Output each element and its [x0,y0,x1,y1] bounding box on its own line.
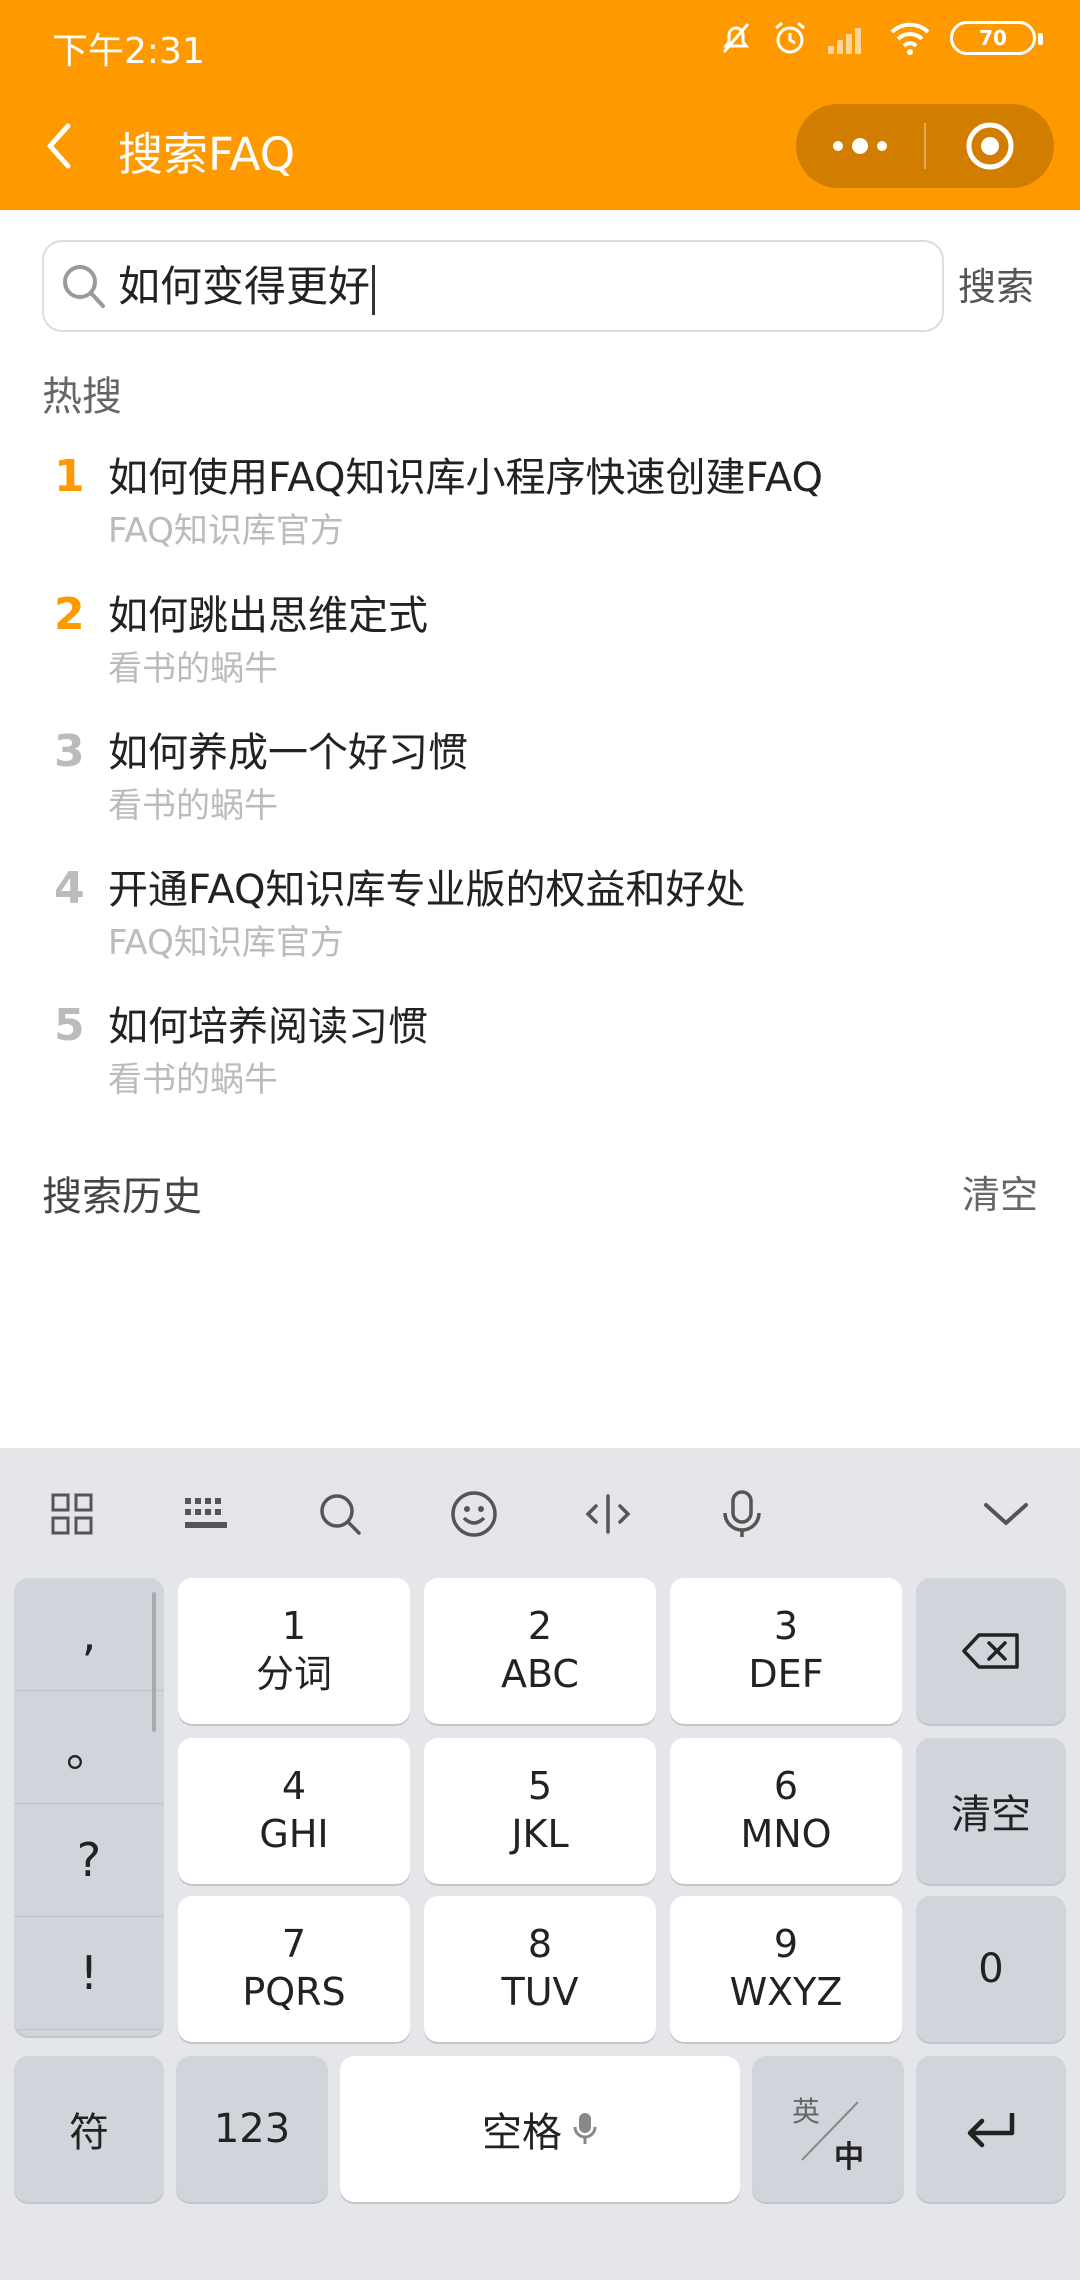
target-close-icon [966,122,1014,170]
search-icon [63,265,105,308]
keypad-key-6[interactable]: 6 MNO [670,1738,902,1884]
wifi-icon [890,22,930,55]
keypad-key-4[interactable]: 4 GHI [178,1738,410,1884]
number-mode-key[interactable]: 123 [176,2056,328,2202]
key-number: 6 [773,1764,799,1808]
keyboard-search-icon[interactable] [310,1484,370,1544]
microphone-icon[interactable] [712,1484,772,1544]
hot-item-author: FAQ知识库官方 [108,511,344,551]
text-cursor [372,264,376,315]
signal-icon [828,28,861,54]
hot-item-title: 如何养成一个好习惯 [108,730,468,776]
page-title: 搜索FAQ [118,128,296,181]
hot-item-author: FAQ知识库官方 [108,923,344,963]
zero-key[interactable]: 0 [916,1896,1066,2042]
key-letters: 分词 [255,1652,332,1696]
rank-number: 5 [54,1000,85,1051]
key-letters: JKL [511,1812,569,1856]
rank-number: 1 [54,451,85,502]
close-miniprogram-button[interactable] [926,104,1054,188]
capsule-menu [796,104,1054,188]
rank-number: 3 [54,726,85,777]
hot-item-author: 看书的蜗牛 [108,649,278,689]
key-number: 5 [527,1764,553,1808]
app-header: 下午2:31 70 搜索FAQ [0,0,1080,210]
key-number: 2 [527,1604,553,1648]
key-letters: TUV [501,1970,579,2014]
search-input[interactable]: 如何变得更好 [42,240,944,332]
key-number: 7 [281,1922,307,1966]
hot-search-item[interactable]: 2 如何跳出思维定式看书的蜗牛 [0,583,1080,713]
hot-search-item[interactable]: 1 如何使用FAQ知识库小程序快速创建FAQ FAQ知识库官方 [0,445,1080,575]
status-time: 下午2:31 [52,31,205,72]
key-letters: GHI [259,1812,329,1856]
keyboard-toolbar [0,1448,1080,1578]
hot-item-title: 如何培养阅读习惯 [108,1004,428,1050]
hot-search-item[interactable]: 5 如何培养阅读习惯看书的蜗牛 [0,994,1080,1124]
space-key[interactable]: 空格 [340,2056,740,2202]
key-number: 8 [527,1922,553,1966]
keypad-key-9[interactable]: 9 WXYZ [670,1896,902,2042]
key-letters: ABC [501,1652,579,1696]
search-query-text: 如何变得更好 [118,262,371,311]
hot-item-title: 如何使用FAQ知识库小程序快速创建FAQ [108,455,823,501]
hot-item-author: 看书的蜗牛 [108,786,278,826]
keypad-key-3[interactable]: 3 DEF [670,1578,902,1724]
keypad-key-8[interactable]: 8 TUV [424,1896,656,2042]
clear-key[interactable]: 清空 [916,1738,1066,1884]
status-icons: 70 [718,20,1043,56]
language-switch-key[interactable]: 英 中 [752,2056,904,2202]
search-history-label: 搜索历史 [42,1174,202,1220]
hot-search-item[interactable]: 4 开通FAQ知识库专业版的权益和好处 FAQ知识库官方 [0,857,1080,987]
hot-item-title: 如何跳出思维定式 [108,593,428,639]
keyboard: ,。?! 1 分词 2 ABC 3 DEF 4 GHI 5 JKL 6 MNO 7 PQRS 8 TUV 9 WX… [0,1448,1080,2280]
mute-icon [722,23,750,53]
keypad-key-7[interactable]: 7 PQRS [178,1896,410,2042]
keypad-key-5[interactable]: 5 JKL [424,1738,656,1884]
cursor-move-icon[interactable] [578,1484,638,1544]
apps-grid-icon[interactable] [42,1484,102,1544]
hot-search-label: 热搜 [42,374,122,420]
lang-zh-label: 中 [834,2140,864,2175]
punctuation-scrollbar[interactable] [152,1592,156,1732]
punctuation-key[interactable]: ! [14,1917,164,2030]
keyboard-layout-icon[interactable] [176,1484,236,1544]
search-button[interactable]: 搜索 [958,256,1034,311]
more-dots-icon [833,138,887,154]
key-letters: DEF [748,1652,824,1696]
space-mic-icon [573,2113,597,2144]
punctuation-key[interactable]: ? [14,1804,164,1917]
keypad-key-1[interactable]: 1 分词 [178,1578,410,1724]
alarm-icon [775,21,805,54]
chevron-left-icon [47,123,71,169]
key-number: 4 [281,1764,307,1808]
emoji-icon[interactable] [444,1484,504,1544]
key-number: 9 [773,1922,799,1966]
backspace-icon [962,1633,1019,1669]
keypad-key-2[interactable]: 2 ABC [424,1578,656,1724]
collapse-keyboard-icon[interactable] [976,1484,1036,1544]
clear-history-button[interactable]: 清空 [962,1164,1038,1219]
key-number: 3 [773,1604,799,1648]
hot-search-item[interactable]: 3 如何养成一个好习惯看书的蜗牛 [0,720,1080,850]
backspace-key[interactable] [916,1578,1066,1724]
rank-number: 2 [54,589,85,640]
rank-number: 4 [54,863,85,914]
space-key-label: 空格 [482,2110,562,2156]
punctuation-key[interactable]: 。 [14,1691,164,1804]
key-letters: PQRS [242,1970,346,2014]
key-letters: WXYZ [729,1970,843,2014]
enter-key[interactable] [916,2056,1066,2202]
punctuation-key[interactable]: , [14,1578,164,1691]
back-button[interactable] [38,118,88,174]
hot-item-title: 开通FAQ知识库专业版的权益和好处 [108,867,746,913]
key-letters: MNO [740,1812,832,1856]
battery-indicator: 70 [950,21,1043,55]
key-number: 1 [281,1604,307,1648]
punctuation-column: ,。?! [14,1578,164,2036]
hot-item-author: 看书的蜗牛 [108,1060,278,1100]
more-button[interactable] [796,104,924,188]
enter-icon [967,2113,1015,2148]
symbol-key[interactable]: 符 [14,2056,164,2202]
